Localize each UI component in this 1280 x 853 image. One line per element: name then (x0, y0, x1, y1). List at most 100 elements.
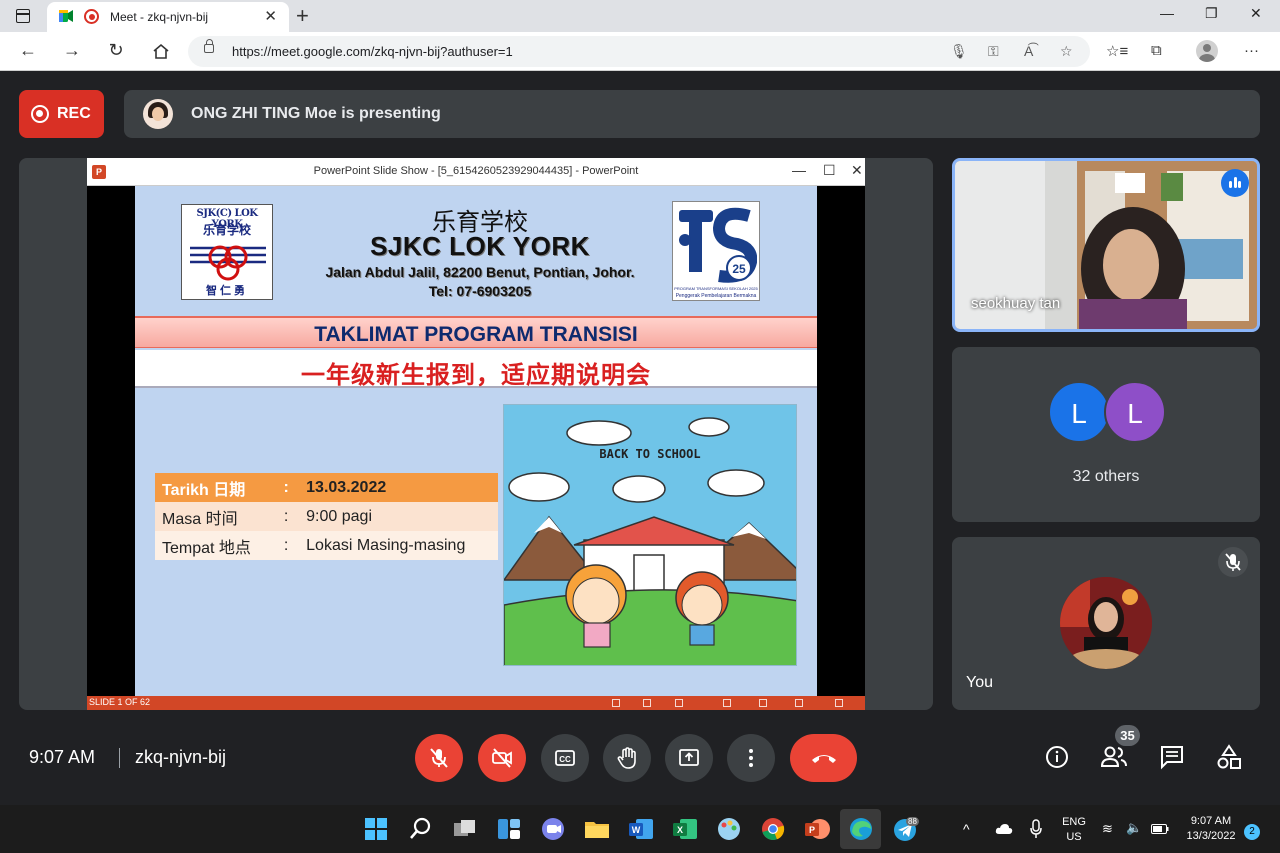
volume-icon[interactable]: 🔈 (1126, 820, 1142, 836)
new-tab-icon[interactable]: + (296, 3, 309, 29)
wifi-icon[interactable]: ≋ (1102, 821, 1113, 837)
task-view-icon[interactable] (451, 815, 479, 843)
activities-icon[interactable] (1216, 744, 1242, 770)
slide-counter: SLIDE 1 OF 62 (89, 697, 151, 707)
system-microphone-icon[interactable] (1029, 819, 1043, 839)
paint-icon[interactable] (715, 815, 743, 843)
edge-icon[interactable] (847, 815, 875, 843)
back-to-school-illustration: BACK TO SCHOOL (503, 404, 797, 666)
system-time[interactable]: 9:07 AM (1180, 815, 1242, 827)
program-subtitle-banner: 一年级新生报到，适应期说明会 (135, 350, 817, 389)
forward-arrow-icon[interactable]: → (61, 40, 83, 61)
recording-button[interactable]: REC (19, 90, 104, 138)
more-vertical-icon (749, 749, 753, 767)
recording-label: REC (57, 105, 91, 122)
url-field[interactable]: https://meet.google.com/zkq-njvn-bij?aut… (188, 36, 1090, 67)
more-options-button[interactable] (727, 734, 775, 782)
browser-tab-bar: Meet - zkq-njvn-bij ✕ + — ❐ ✕ (0, 0, 1280, 32)
meeting-details-icon[interactable] (1044, 744, 1070, 770)
home-icon[interactable] (150, 43, 172, 60)
region-indicator[interactable]: US (1058, 831, 1090, 843)
table-cell-value: 13.03.2022 (299, 473, 498, 502)
camera-off-icon (492, 748, 512, 768)
presenter-avatar (143, 99, 173, 129)
participant-tile-self[interactable]: You (952, 537, 1260, 710)
lock-icon[interactable] (204, 39, 214, 53)
mic-off-icon (430, 748, 448, 768)
participant-tile-others[interactable]: L L 32 others (952, 347, 1260, 522)
tab-title: Meet - zkq-njvn-bij (110, 10, 209, 24)
ts25-caption-1: PROGRAM TRANSFORMASI SEKOLAH 2025 (674, 286, 758, 291)
table-cell-colon: : (273, 473, 300, 502)
windows-start-icon[interactable] (362, 815, 390, 843)
school-address: Jalan Abdul Jalil, 82200 Benut, Pontian,… (325, 264, 635, 280)
system-date[interactable]: 13/3/2022 (1180, 830, 1242, 842)
school-logo-text-3: 智仁勇 (206, 284, 248, 297)
browser-tab[interactable]: Meet - zkq-njvn-bij ✕ (47, 2, 289, 32)
file-explorer-icon[interactable] (583, 815, 611, 843)
read-aloud-icon[interactable]: A͡ (1024, 43, 1033, 59)
powerpoint-status-bar: SLIDE 1 OF 62 (87, 696, 865, 710)
present-now-button[interactable] (665, 734, 713, 782)
meet-favicon-icon (59, 10, 73, 22)
participant-tile-speaker[interactable]: seokhuay tan (952, 158, 1260, 332)
captions-button[interactable]: CC (541, 734, 589, 782)
back-to-school-text: BACK TO SCHOOL (599, 447, 701, 461)
ppt-minimize-icon: — (792, 162, 806, 178)
normal-view-icon (723, 699, 731, 707)
slide-sorter-icon (759, 699, 767, 707)
excel-icon[interactable]: X (671, 815, 699, 843)
language-indicator[interactable]: ENG (1058, 816, 1090, 828)
people-icon[interactable] (1100, 744, 1128, 770)
camera-toggle-button[interactable] (478, 734, 526, 782)
hand-icon (617, 747, 636, 769)
event-info-table: Tarikh 日期 : 13.03.2022 Masa 时间 : 9:00 pa… (155, 473, 498, 560)
ppt-close-icon: ✕ (851, 162, 863, 178)
microphone-icon[interactable]: 🎙 (950, 43, 968, 60)
powerpoint-icon[interactable]: P (803, 815, 831, 843)
meeting-clock: 9:07 AM (29, 747, 96, 767)
reading-view-icon (795, 699, 803, 707)
url-text[interactable]: https://meet.google.com/zkq-njvn-bij?aut… (232, 44, 513, 59)
close-window-icon[interactable]: ✕ (1250, 5, 1262, 22)
microphone-toggle-button[interactable] (415, 734, 463, 782)
back-arrow-icon[interactable]: ← (17, 40, 39, 61)
search-icon[interactable] (407, 815, 435, 843)
battery-icon[interactable] (1151, 824, 1169, 834)
chat-icon[interactable] (1159, 744, 1185, 770)
notification-count-badge[interactable]: 2 (1244, 824, 1260, 840)
program-title: TAKLIMAT PROGRAM TRANSISI (314, 323, 638, 346)
slideshow-icon (835, 699, 843, 707)
maximize-icon[interactable]: ❐ (1205, 5, 1218, 22)
svg-text:W: W (632, 825, 641, 835)
favorites-icon[interactable]: ☆≡ (1106, 42, 1128, 60)
table-cell-value: Lokasi Masing-masing (299, 531, 498, 560)
key-icon[interactable]: ⚿ (988, 43, 999, 60)
recording-indicator-icon (84, 9, 99, 24)
show-hidden-icons-icon[interactable]: ^ (963, 821, 970, 837)
table-row: Tempat 地点 : Lokasi Masing-masing (155, 531, 498, 560)
close-tab-icon[interactable]: ✕ (264, 7, 277, 25)
leave-call-button[interactable] (790, 734, 857, 782)
add-favorite-icon[interactable]: ☆ (1060, 43, 1073, 60)
more-menu-icon[interactable]: ··· (1244, 42, 1259, 59)
profile-avatar-icon[interactable] (1196, 40, 1218, 62)
notes-icon (643, 699, 651, 707)
presentation-stage: P PowerPoint Slide Show - [5_61542605239… (19, 158, 933, 710)
ppt-maximize-icon: ☐ (823, 162, 836, 178)
divider (119, 748, 120, 768)
minimize-icon[interactable]: — (1160, 5, 1174, 21)
refresh-icon[interactable]: ↻ (105, 40, 127, 61)
meeting-code: zkq-njvn-bij (135, 747, 227, 767)
address-bar: ← → ↻ https://meet.google.com/zkq-njvn-b… (0, 32, 1280, 71)
table-cell-colon: : (273, 502, 300, 531)
word-icon[interactable]: W (627, 815, 655, 843)
onedrive-icon[interactable] (995, 823, 1013, 835)
raise-hand-button[interactable] (603, 734, 651, 782)
widgets-icon[interactable] (495, 815, 523, 843)
tab-actions-icon[interactable] (16, 9, 30, 23)
windows-taskbar: W X P 88 ^ ENG US ≋ 🔈 9:07 AM 13/3/2022 … (0, 805, 1280, 853)
teams-chat-icon[interactable] (539, 815, 567, 843)
collections-icon[interactable]: ⧉ (1151, 42, 1162, 59)
chrome-icon[interactable] (759, 815, 787, 843)
